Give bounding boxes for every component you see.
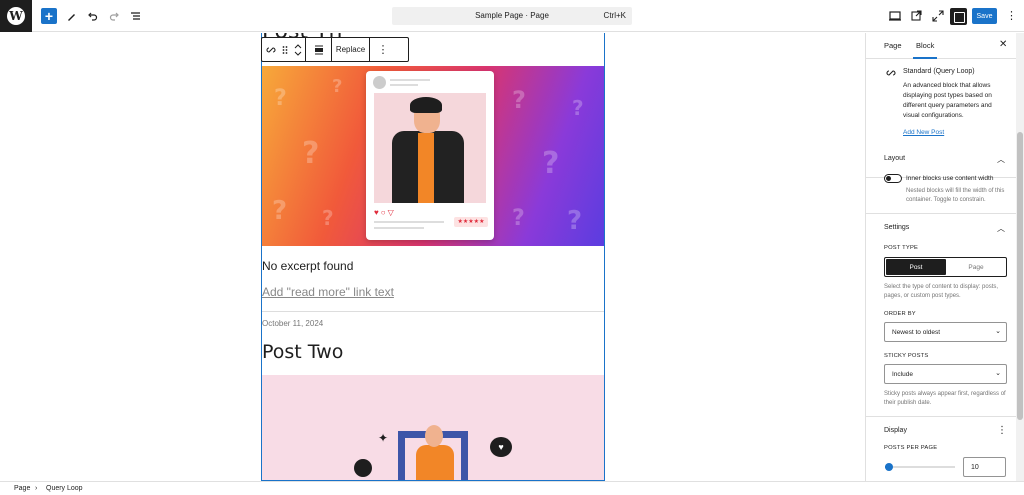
- drag-handle-icon: [282, 45, 287, 54]
- block-toolbar: Replace ⋮: [261, 37, 409, 62]
- featured-image-post-one[interactable]: ? ? ? ? ? ? ? ? ? ? ♥○▽ ★★★★★: [262, 66, 604, 246]
- breadcrumb-query-loop[interactable]: Query Loop: [46, 485, 83, 492]
- chevron-up-icon[interactable]: ︿: [997, 223, 1005, 234]
- post-type-toggle: Post Page: [884, 257, 1007, 277]
- post-date[interactable]: October 11, 2024: [262, 319, 323, 328]
- list-view-icon: [130, 11, 140, 20]
- save-button[interactable]: Save: [972, 8, 997, 24]
- sticky-posts-select[interactable]: Include ⌄: [884, 364, 1007, 384]
- post-type-post[interactable]: Post: [886, 259, 946, 275]
- post-type-label: POST TYPE: [884, 245, 919, 251]
- undo-button[interactable]: [84, 8, 100, 24]
- order-by-label: ORDER BY: [884, 311, 916, 317]
- sparkle-icon: ✦: [378, 431, 389, 445]
- order-by-value: Newest to oldest: [892, 329, 941, 336]
- preview-device-button[interactable]: [888, 9, 902, 23]
- posts-per-page-input[interactable]: 10: [963, 457, 1006, 477]
- query-loop-block[interactable]: Post Th ? ? ? ? ? ? ? ? ? ? ♥○: [261, 33, 605, 481]
- posts-per-page-slider-track[interactable]: [885, 466, 955, 468]
- featured-image-post-two[interactable]: ✦ ♥: [262, 375, 604, 480]
- chevron-down-icon: ⌄: [995, 328, 1001, 335]
- avatar: [373, 76, 386, 89]
- instagram-post-illustration: ♥○▽ ★★★★★: [366, 71, 494, 240]
- posts-per-page-slider-thumb[interactable]: [885, 463, 893, 471]
- block-controls: [262, 38, 306, 61]
- block-breadcrumb: Page › Query Loop: [0, 481, 1024, 495]
- expand-icon: [932, 10, 944, 22]
- post-type-help: Select the type of content to display: p…: [884, 284, 999, 299]
- heart-bubble-icon: ♥: [490, 437, 512, 457]
- tools-button[interactable]: [63, 8, 79, 24]
- query-loop-icon: [886, 70, 896, 76]
- settings-sidebar-toggle[interactable]: [950, 8, 967, 25]
- post-title[interactable]: Post Two: [262, 341, 343, 363]
- desktop-icon: [889, 11, 901, 21]
- read-more-link[interactable]: Add "read more" link text: [262, 285, 394, 299]
- block-description: An advanced block that allows displaying…: [903, 82, 992, 119]
- sidebar-scrollbar-thumb[interactable]: [1017, 132, 1023, 420]
- illustration-photo: [374, 93, 486, 203]
- shortcut-hint: Ctrl+K: [603, 11, 626, 20]
- post-type-page[interactable]: Page: [946, 259, 1006, 275]
- heart-icon: ♥○▽: [374, 208, 396, 217]
- block-name: Standard (Query Loop): [903, 68, 975, 75]
- chevron-down-icon: ⌄: [995, 370, 1001, 377]
- order-by-select[interactable]: Newest to oldest ⌄: [884, 322, 1007, 342]
- content-width-toggle[interactable]: [884, 174, 902, 183]
- block-inserter-button[interactable]: +: [41, 8, 57, 24]
- tab-page[interactable]: Page: [884, 41, 902, 50]
- replace-button[interactable]: Replace: [332, 38, 370, 61]
- block-options-icon[interactable]: ⋮: [370, 38, 396, 61]
- pencil-icon: [67, 13, 75, 21]
- add-new-post-link[interactable]: Add New Post: [903, 129, 944, 136]
- sticky-posts-label: STICKY POSTS: [884, 353, 929, 359]
- toggle-label: Inner blocks use content width: [906, 175, 994, 182]
- wordpress-logo-button[interactable]: W: [0, 0, 32, 32]
- sticky-posts-value: Include: [892, 371, 913, 378]
- magnifier-icon: [354, 459, 372, 477]
- editor-canvas: Post Th ? ? ? ? ? ? ? ? ? ? ♥○: [0, 33, 865, 481]
- fullscreen-button[interactable]: [931, 9, 945, 23]
- sticky-posts-help: Sticky posts always appear first, regard…: [884, 391, 1006, 406]
- post-excerpt[interactable]: No excerpt found: [262, 259, 353, 273]
- view-page-button[interactable]: [910, 9, 924, 23]
- star-rating-icon: ★★★★★: [454, 217, 488, 227]
- layout-panel-title[interactable]: Layout: [884, 155, 905, 162]
- layout-help: Nested blocks will fill the width of thi…: [906, 188, 1005, 203]
- move-up-down-icon: [294, 43, 301, 56]
- document-title: Sample Page · Page: [475, 11, 549, 20]
- settings-sidebar: Page Block ✕ Standard (Query Loop) An ad…: [865, 33, 1024, 481]
- options-menu-icon[interactable]: ⋮: [1006, 9, 1017, 22]
- redo-button[interactable]: [106, 8, 122, 24]
- editor-header: W + Sample Page · Page Ctrl+K Save ⋮: [0, 0, 1024, 32]
- post-divider: [262, 311, 604, 312]
- breadcrumb-page[interactable]: Page: [14, 485, 30, 492]
- breadcrumb-separator-icon: ›: [35, 485, 38, 492]
- posts-per-page-label: POSTS PER PAGE: [884, 445, 938, 451]
- command-palette-bar[interactable]: Sample Page · Page Ctrl+K: [392, 7, 632, 25]
- undo-icon: [87, 12, 97, 21]
- chevron-up-icon[interactable]: ︿: [997, 154, 1005, 165]
- loop-icon: [265, 46, 276, 53]
- align-icon: [314, 45, 323, 54]
- tab-block[interactable]: Block: [912, 41, 938, 59]
- sidebar-tabs: Page Block ✕: [866, 33, 1024, 59]
- align-button[interactable]: [306, 38, 332, 61]
- settings-panel-title[interactable]: Settings: [884, 224, 909, 231]
- display-panel-title[interactable]: Display: [884, 427, 907, 434]
- document-overview-button[interactable]: [127, 8, 143, 24]
- close-icon[interactable]: ✕: [999, 39, 1007, 50]
- wordpress-icon: W: [7, 7, 25, 25]
- external-link-icon: [911, 10, 922, 21]
- display-options-icon[interactable]: ⋮: [997, 425, 1007, 436]
- redo-icon: [109, 12, 119, 21]
